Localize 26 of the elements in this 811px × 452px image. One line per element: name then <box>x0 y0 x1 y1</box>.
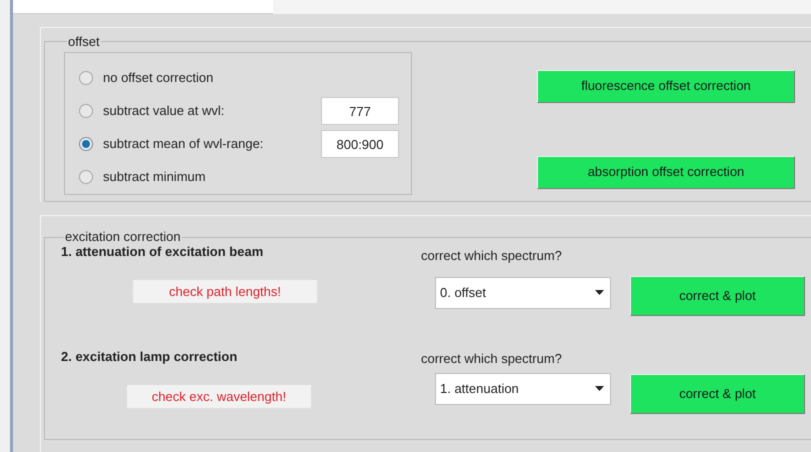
caret-icon <box>595 290 604 295</box>
step-heading: 2. excitation lamp correction <box>61 348 238 366</box>
correct-plot-button[interactable]: correct & plot <box>630 374 805 414</box>
action-button[interactable]: fluorescence offset correction <box>537 70 795 102</box>
radio-button[interactable] <box>79 137 93 151</box>
input-field[interactable]: 777 <box>321 97 399 125</box>
prompt-label: correct which spectrum? <box>421 350 563 368</box>
group-title: offset <box>67 33 101 51</box>
option-label: subtract value at wvl: <box>103 102 226 120</box>
option-label: subtract minimum <box>103 168 207 186</box>
option-label: no offset correction <box>103 69 214 88</box>
dropdown[interactable]: 1. attenuation <box>435 372 611 404</box>
caret-icon <box>595 386 604 391</box>
radio-button[interactable] <box>79 104 93 118</box>
radio-button[interactable] <box>79 170 93 184</box>
input-field[interactable]: 800:900 <box>321 130 399 158</box>
correct-plot-button[interactable]: correct & plot <box>630 276 805 316</box>
step-heading: 1. attenuation of excitation beam <box>61 243 264 261</box>
dropdown[interactable]: 0. offset <box>435 276 611 308</box>
warning-label: check exc. wavelength! <box>127 384 311 408</box>
action-button[interactable]: absorption offset correction <box>537 156 795 188</box>
warning-label: check path lengths! <box>133 280 317 303</box>
prompt-label: correct which spectrum? <box>421 247 563 265</box>
radio-button[interactable] <box>79 71 93 85</box>
group-title: excitation correction <box>64 230 182 244</box>
option-label: subtract mean of wvl-range: <box>103 135 264 154</box>
